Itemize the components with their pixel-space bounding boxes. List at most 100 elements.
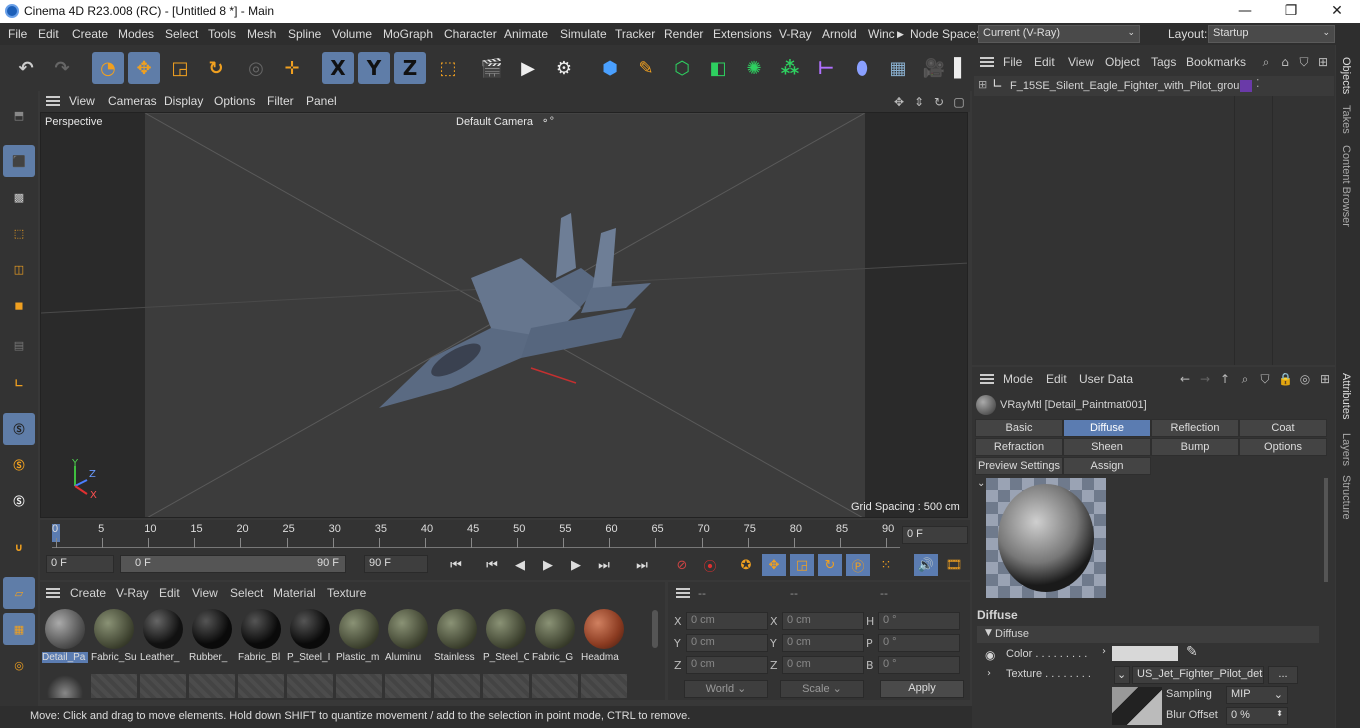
workplane-icon[interactable]: ▱ [3, 577, 35, 609]
start-frame-field[interactable]: 0 F [46, 555, 114, 573]
mograph-icon[interactable]: ⁂ [774, 52, 806, 84]
material-menu-select[interactable]: Select [230, 586, 263, 600]
material-swatch[interactable]: Rubber_ [189, 606, 235, 668]
size-mode-select[interactable]: Scale ⌄ [780, 680, 864, 698]
material-menu-view[interactable]: View [192, 586, 218, 600]
material-menu-material[interactable]: Material [273, 586, 316, 600]
pan-view-icon[interactable]: ✥ [892, 95, 906, 109]
up-arrow-icon[interactable]: ↑ [1218, 372, 1232, 386]
hamburger-menu-icon[interactable] [46, 588, 60, 598]
material-menu-edit[interactable]: Edit [159, 586, 180, 600]
side-tab-objects[interactable]: Objects [1340, 57, 1352, 94]
menu-mograph[interactable]: MoGraph [383, 27, 433, 41]
material-swatch[interactable]: Plastic_m [336, 606, 382, 668]
cloner-icon[interactable]: ✺ [738, 52, 770, 84]
go-to-start-button[interactable]: ⏮ [444, 554, 468, 576]
material-swatch[interactable] [434, 674, 480, 698]
filter-icon[interactable]: ⛉ [1297, 55, 1311, 69]
dolly-view-icon[interactable]: ⇕ [912, 95, 926, 109]
current-frame-field[interactable]: 0 F [902, 526, 968, 544]
timeline-ruler[interactable]: 0 5 10 15 20 25 30 35 40 45 50 55 60 65 70 75 80 85 90 0 F [40, 520, 970, 550]
deformer-icon[interactable]: ⊢ [810, 52, 842, 84]
maximize-button[interactable]: ❐ [1268, 0, 1314, 23]
undo-button[interactable]: ↶ [10, 52, 42, 84]
menu-tools[interactable]: Tools [208, 27, 236, 41]
snap-icon[interactable]: Ⓢ [3, 413, 35, 445]
tab-preview-settings[interactable]: Preview Settings [975, 457, 1063, 475]
material-swatch[interactable] [483, 674, 529, 698]
extrude-generator-icon[interactable]: ◧ [702, 52, 734, 84]
render-view-icon[interactable]: 🎬 [476, 52, 508, 84]
maximize-view-icon[interactable]: ▢ [952, 95, 966, 109]
menu-window[interactable]: Winc [868, 27, 895, 41]
viewport-menu-display[interactable]: Display [164, 94, 203, 108]
keyframe-selection-icon[interactable]: ✪ [734, 554, 758, 576]
axis-mode-icon[interactable]: ∟ [3, 367, 35, 399]
material-swatch[interactable] [42, 674, 88, 698]
floor-environment-icon[interactable]: ▦ [882, 52, 914, 84]
side-tab-structure[interactable]: Structure [1340, 475, 1352, 520]
render-settings-icon[interactable]: ⚙ [548, 52, 580, 84]
coordinate-system-icon[interactable]: ⬚ [432, 52, 464, 84]
search-icon[interactable]: ⌕ [1238, 372, 1252, 386]
material-swatch[interactable] [238, 674, 284, 698]
material-scrollbar[interactable] [652, 610, 658, 648]
attr-menu-edit[interactable]: Edit [1046, 372, 1067, 386]
tab-sheen[interactable]: Sheen [1063, 438, 1151, 456]
side-tab-takes[interactable]: Takes [1340, 105, 1352, 134]
field-icon[interactable]: ⬮ [846, 52, 878, 84]
material-swatch[interactable] [287, 674, 333, 698]
go-to-end-button[interactable]: ⏭ [630, 554, 654, 576]
key-scale-icon[interactable]: ◲ [790, 554, 814, 576]
3d-viewport[interactable]: Perspective Default Camera ⚬° Grid Spaci… [40, 112, 968, 518]
menu-spline[interactable]: Spline [288, 27, 321, 41]
uv-mode-icon[interactable]: ▤ [3, 329, 35, 361]
coord-rotation-field[interactable]: 0 ° [878, 612, 960, 630]
animate-radio-icon[interactable]: ◉ [985, 648, 995, 662]
active-camera-label[interactable]: Default Camera [456, 116, 533, 128]
material-swatch[interactable]: Detail_Pa [42, 606, 88, 668]
viewport-menu-filter[interactable]: Filter [267, 94, 294, 108]
objects-menu-bookmarks[interactable]: Bookmarks [1186, 55, 1246, 69]
material-swatch[interactable]: P_Steel_I [287, 606, 333, 668]
material-menu-texture[interactable]: Texture [327, 586, 366, 600]
model-mode-icon[interactable]: ⬛ [3, 145, 35, 177]
home-icon[interactable]: ⌂ [1278, 55, 1292, 69]
viewport-menu-cameras[interactable]: Cameras [108, 94, 157, 108]
hamburger-menu-icon[interactable] [980, 57, 994, 67]
objects-menu-file[interactable]: File [1003, 55, 1022, 69]
planar-workplane-icon[interactable]: ◎ [3, 649, 35, 681]
next-key-button[interactable]: ⏭ [592, 554, 616, 576]
menu-create[interactable]: Create [72, 27, 108, 41]
material-swatch[interactable] [140, 674, 186, 698]
rotate-tool-icon[interactable]: ↻ [200, 52, 232, 84]
material-swatch[interactable]: Aluminu [385, 606, 431, 668]
material-swatch[interactable]: Fabric_G [532, 606, 578, 668]
menu-simulate[interactable]: Simulate [560, 27, 607, 41]
close-button[interactable]: ✕ [1314, 0, 1360, 23]
attr-menu-mode[interactable]: Mode [1003, 372, 1033, 386]
points-mode-icon[interactable]: ⬚ [3, 217, 35, 249]
menu-render[interactable]: Render [664, 27, 703, 41]
objects-menu-object[interactable]: Object [1105, 55, 1140, 69]
attr-scrollbar[interactable] [1324, 478, 1328, 582]
material-swatch[interactable]: Headma [581, 606, 627, 668]
recent-tool-icon[interactable]: ◎ [240, 52, 272, 84]
tab-options[interactable]: Options [1239, 438, 1327, 456]
blur-offset-field[interactable]: 0 % ⬍ [1226, 707, 1288, 725]
hamburger-menu-icon[interactable] [676, 588, 690, 598]
expand-triangle-icon[interactable]: ▼ [985, 628, 992, 638]
tab-reflection[interactable]: Reflection [1151, 419, 1239, 437]
hamburger-menu-icon[interactable] [980, 374, 994, 384]
record-keys-button[interactable]: ⊘ [670, 554, 694, 576]
tab-bump[interactable]: Bump [1151, 438, 1239, 456]
coord-size-field[interactable]: 0 cm [782, 634, 864, 652]
end-frame-field[interactable]: 90 F [364, 555, 428, 573]
coord-rotation-field[interactable]: 0 ° [878, 634, 960, 652]
objects-menu-view[interactable]: View [1068, 55, 1094, 69]
node-space-select[interactable]: Current (V-Ray) ⌄ [978, 25, 1140, 43]
expand-toggle-icon[interactable]: ⊞ [978, 78, 987, 91]
coord-size-field[interactable]: 0 cm [782, 656, 864, 674]
lock-icon[interactable]: 🔒 [1278, 372, 1293, 386]
redo-button[interactable]: ↷ [46, 52, 78, 84]
